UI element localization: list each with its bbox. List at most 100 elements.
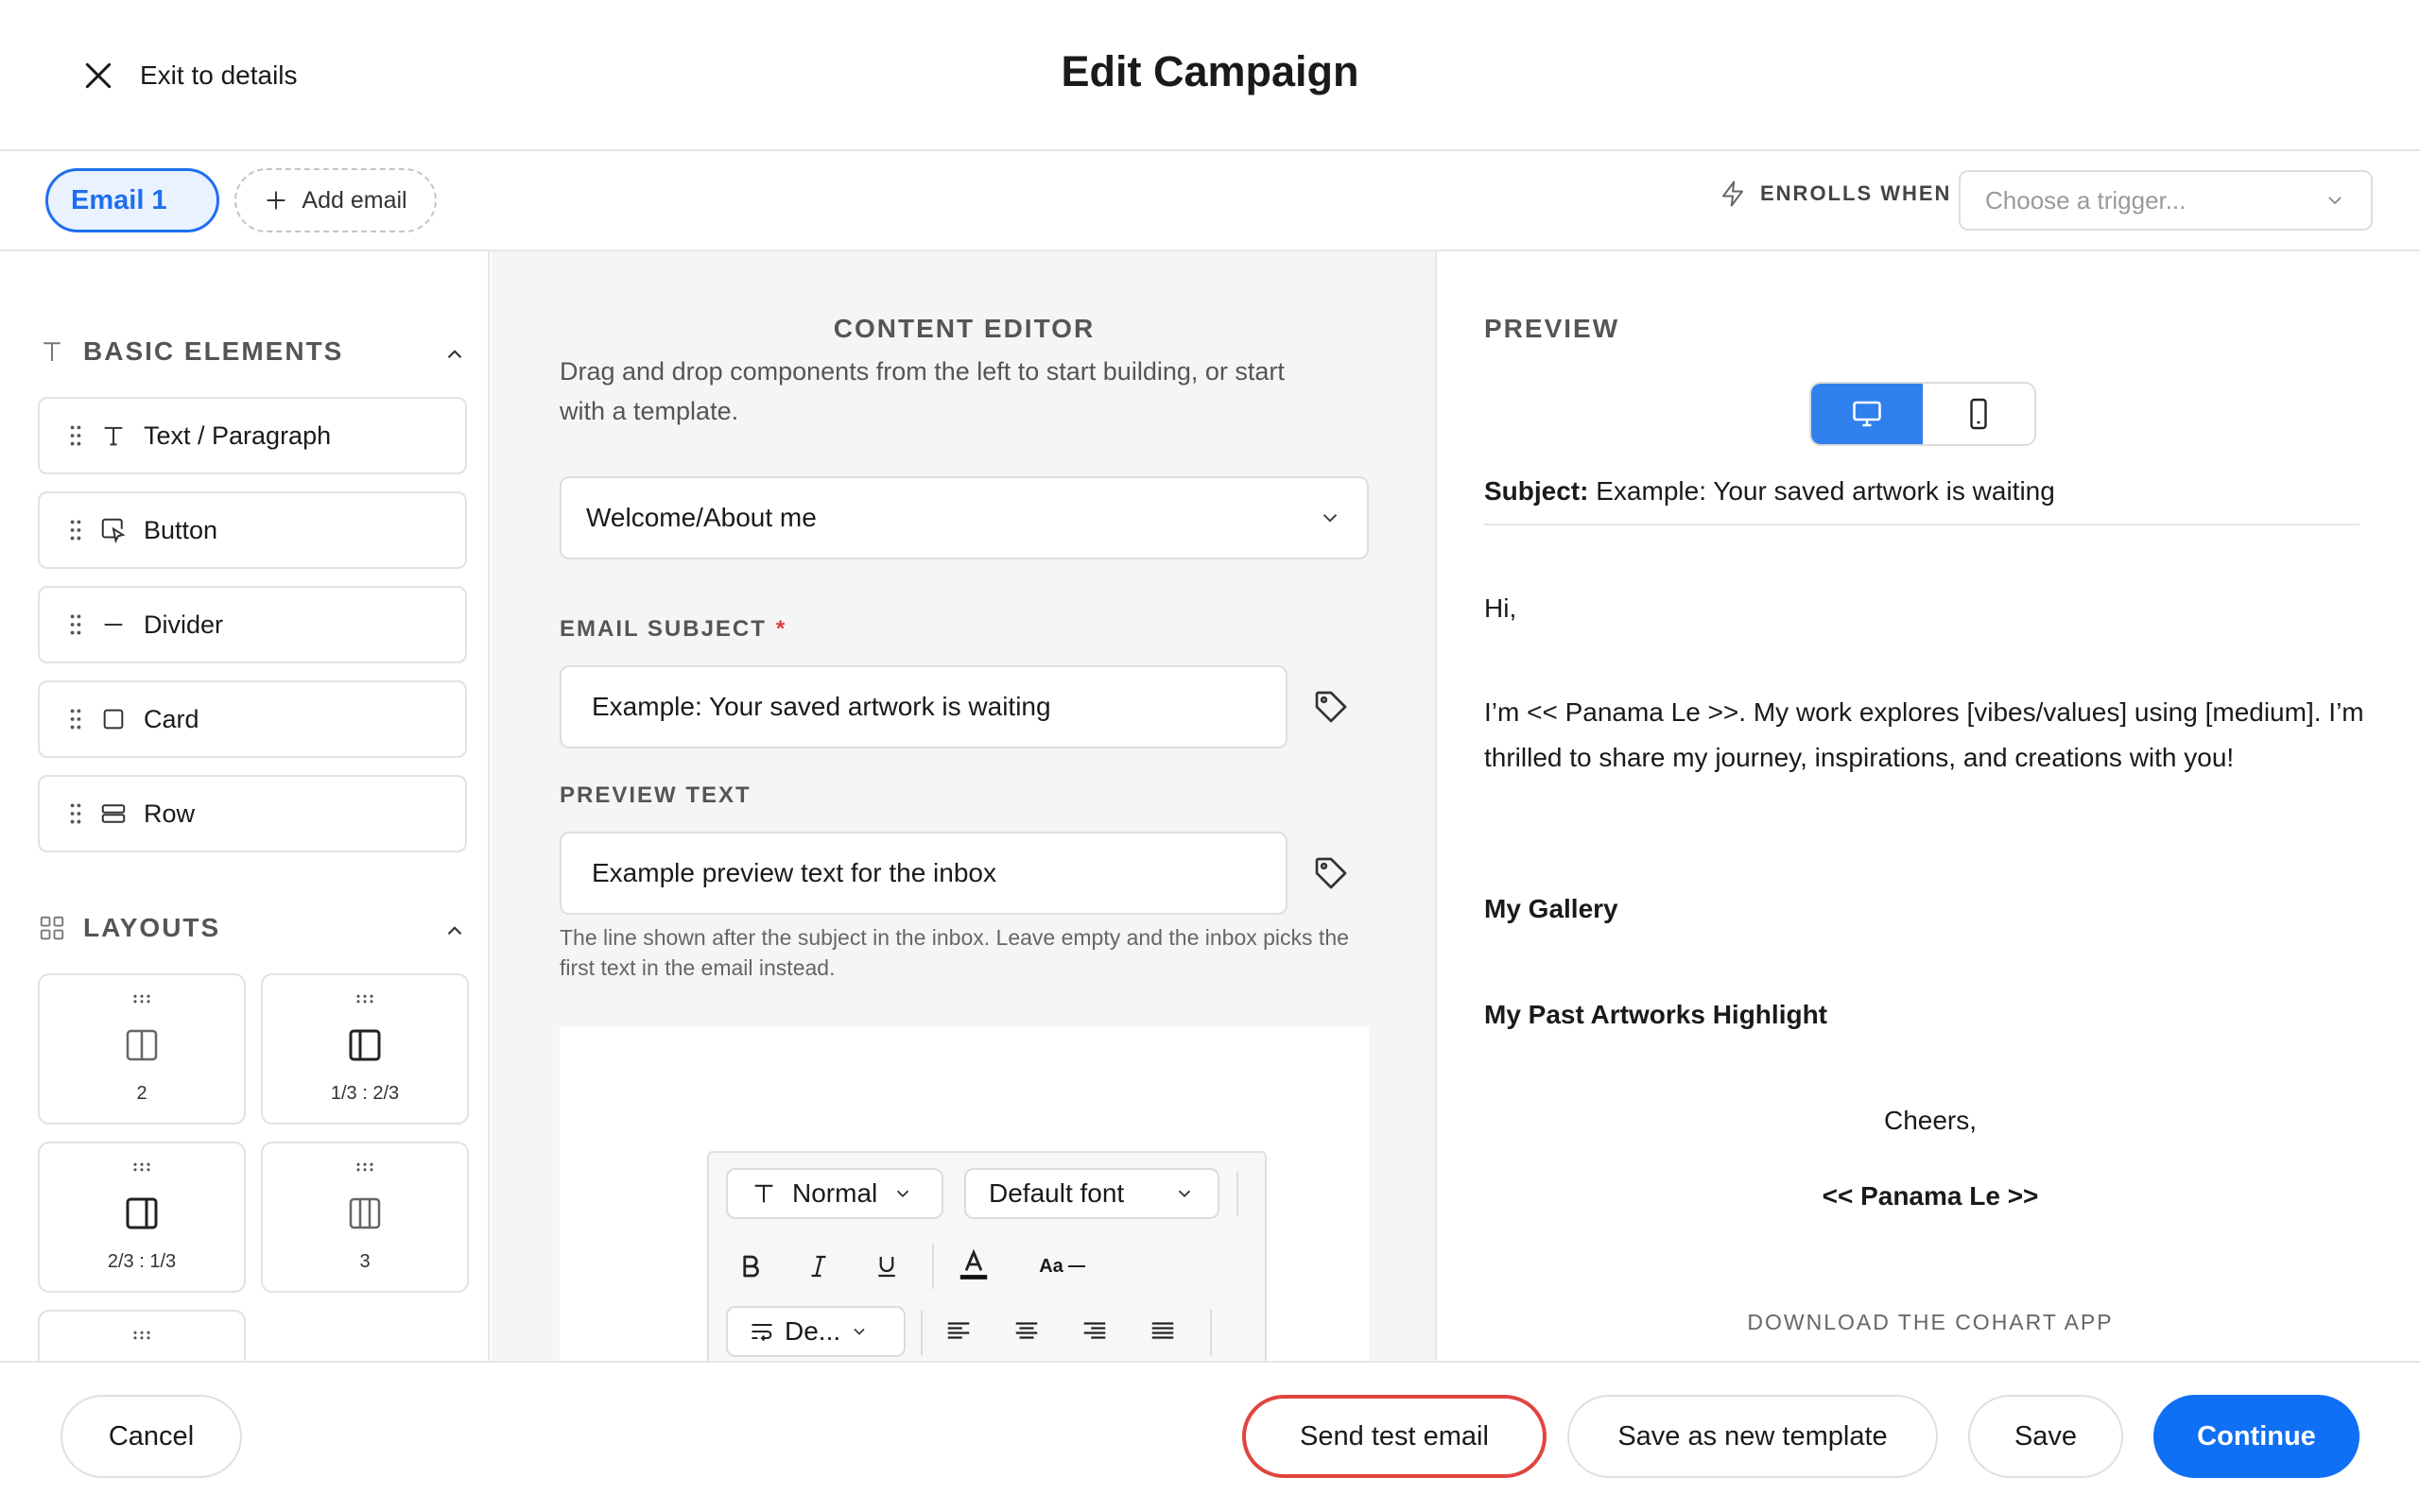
layout-one-third-two-thirds[interactable]: 1/3 : 2/3 <box>261 973 469 1125</box>
preview-highlight-heading: My Past Artworks Highlight <box>1484 1000 1828 1029</box>
element-label: Card <box>144 704 199 733</box>
line-height-select[interactable]: De... <box>726 1306 906 1357</box>
chevron-down-icon <box>1322 514 1338 523</box>
underline-button[interactable] <box>864 1244 909 1289</box>
basic-elements-header[interactable]: BASIC ELEMENTS <box>38 336 467 367</box>
trigger-placeholder: Choose a trigger... <box>1985 185 2187 215</box>
layouts-heading: LAYOUTS <box>83 913 221 942</box>
dash-icon <box>1067 1265 1085 1267</box>
element-divider[interactable]: Divider <box>38 586 467 663</box>
one-third-layout-icon <box>349 1029 381 1061</box>
layout-more[interactable] <box>38 1310 246 1361</box>
preview-text-input[interactable]: Example preview text for the inbox <box>560 832 1288 915</box>
preview-subject: Subject: Example: Your saved artwork is … <box>1484 476 2360 525</box>
layouts-header[interactable]: LAYOUTS <box>38 913 467 943</box>
tag-icon[interactable] <box>1312 854 1350 892</box>
cancel-button[interactable]: Cancel <box>60 1395 242 1478</box>
layout-label: 2 <box>136 1083 147 1104</box>
footer-actions: Cancel Send test email Save as new templ… <box>0 1361 2420 1512</box>
required-marker: * <box>775 616 787 642</box>
plus-icon <box>267 191 286 210</box>
add-email-button[interactable]: Add email <box>234 168 437 232</box>
element-button[interactable]: Button <box>38 491 467 569</box>
content-editor-panel: CONTENT EDITOR Drag and drop components … <box>492 251 1437 1361</box>
drag-handle-icon <box>70 614 81 635</box>
enrolls-when-text: ENROLLS WHEN <box>1760 181 1952 205</box>
preview-text-help: The line shown after the subject in the … <box>560 925 1349 980</box>
row-icon <box>101 804 126 823</box>
drag-handle-icon <box>356 994 373 1004</box>
continue-button[interactable]: Continue <box>2153 1395 2360 1478</box>
element-card[interactable]: Card <box>38 680 467 758</box>
preview-signature: << Panama Le >> <box>1822 1181 2039 1211</box>
chevron-down-icon <box>854 1328 865 1335</box>
preview-gallery-heading: My Gallery <box>1484 894 1618 923</box>
element-label: Button <box>144 515 218 544</box>
drag-handle-icon <box>70 425 81 446</box>
layout-three-columns[interactable]: 3 <box>261 1142 469 1293</box>
align-center-button[interactable] <box>1004 1308 1049 1353</box>
page-title: Edit Campaign <box>1061 47 1359 95</box>
drag-handle-icon <box>133 1162 150 1172</box>
text-icon <box>754 1184 773 1203</box>
tab-email-1[interactable]: Email 1 <box>45 168 219 232</box>
text-color-button[interactable] <box>951 1242 996 1287</box>
trigger-select[interactable]: Choose a trigger... <box>1959 170 2373 231</box>
preview-download-app: DOWNLOAD THE COHART APP <box>1747 1310 2114 1334</box>
element-label: Divider <box>144 610 224 639</box>
element-text-paragraph[interactable]: Text / Paragraph <box>38 397 467 474</box>
element-label: Text / Paragraph <box>144 421 332 450</box>
align-right-icon <box>1083 1322 1106 1339</box>
font-size-glyph: Aa <box>1039 1255 1063 1277</box>
desktop-view-button[interactable] <box>1811 384 1923 444</box>
chevron-down-icon <box>1178 1190 1191 1198</box>
email-subject-label: EMAIL SUBJECT * <box>560 616 786 643</box>
template-select[interactable]: Welcome/About me <box>560 476 1369 559</box>
drag-handle-icon <box>133 994 150 1004</box>
elements-sidebar: BASIC ELEMENTS Text / Paragraph Button D… <box>0 251 490 1361</box>
save-button[interactable]: Save <box>1968 1395 2123 1478</box>
send-test-email-button[interactable]: Send test email <box>1242 1395 1547 1478</box>
preview-intro: I’m << Panama Le >>. My work explores [v… <box>1484 697 2364 772</box>
mobile-icon <box>1970 398 1987 430</box>
layout-label: 1/3 : 2/3 <box>330 1083 400 1104</box>
save-as-new-template-button[interactable]: Save as new template <box>1567 1395 1938 1478</box>
element-row[interactable]: Row <box>38 775 467 852</box>
align-left-button[interactable] <box>936 1308 981 1353</box>
email-subject-input[interactable]: Example: Your saved artwork is waiting <box>560 665 1288 748</box>
layout-two-thirds-one-third[interactable]: 2/3 : 1/3 <box>38 1142 246 1293</box>
text-style-select[interactable]: Normal <box>726 1168 943 1219</box>
drag-handle-icon <box>356 1162 373 1172</box>
button-cursor-icon <box>101 518 126 544</box>
italic-icon <box>811 1255 826 1278</box>
chevron-down-icon <box>897 1190 909 1198</box>
drag-handle-icon <box>70 520 81 541</box>
drag-handle-icon <box>70 803 81 824</box>
chevron-down-icon <box>2328 197 2342 205</box>
align-justify-button[interactable] <box>1140 1308 1185 1353</box>
preview-greeting: Hi, <box>1484 593 1517 623</box>
font-select[interactable]: Default font <box>964 1168 1219 1219</box>
preview-text-label: PREVIEW TEXT <box>560 782 752 808</box>
align-justify-icon <box>1151 1322 1174 1339</box>
element-label: Row <box>144 799 196 828</box>
font-size-button[interactable]: Aa <box>1028 1244 1098 1289</box>
grid-icon <box>40 916 64 940</box>
underline-icon <box>878 1257 895 1278</box>
layout-two-columns[interactable]: 2 <box>38 973 246 1125</box>
email-subject-label-text: EMAIL SUBJECT <box>560 616 767 642</box>
three-columns-icon <box>349 1197 381 1229</box>
bold-button[interactable] <box>728 1244 773 1289</box>
drag-handle-icon <box>133 1331 150 1340</box>
italic-button[interactable] <box>796 1244 841 1289</box>
top-header: Exit to details Edit Campaign <box>0 0 2420 151</box>
tag-icon[interactable] <box>1312 688 1350 726</box>
content-editor-title: CONTENT EDITOR <box>833 314 1096 343</box>
align-center-icon <box>1015 1322 1038 1339</box>
basic-elements-heading: BASIC ELEMENTS <box>83 336 344 366</box>
mobile-view-button[interactable] <box>1923 384 2034 444</box>
line-height-value: De... <box>785 1316 841 1346</box>
align-right-button[interactable] <box>1072 1308 1117 1353</box>
preview-cheers: Cheers, <box>1883 1106 1978 1135</box>
card-icon <box>103 709 124 730</box>
